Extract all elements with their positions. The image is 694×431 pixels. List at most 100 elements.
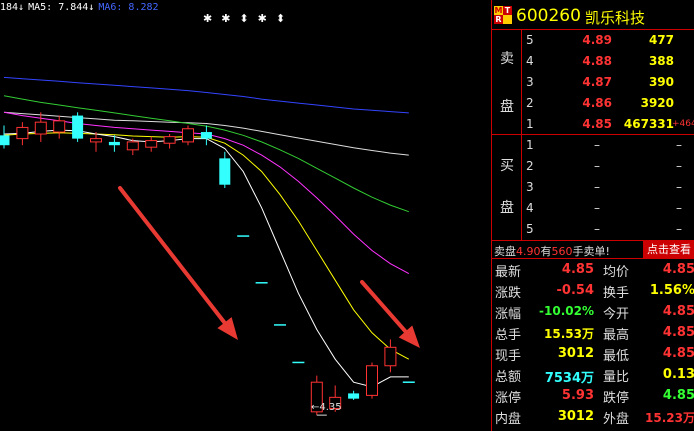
buy-price: – bbox=[594, 180, 600, 194]
low-price-label: ←4.35 bbox=[311, 402, 342, 413]
ma30-line bbox=[3, 95, 409, 213]
ma-legend: 184↓ MA5: 7.844↓ MA6: 8.282 bbox=[0, 2, 163, 13]
buy-row-4[interactable]: 4 – – bbox=[522, 198, 694, 219]
sell-level: 3 bbox=[526, 75, 534, 89]
arrow-shaft bbox=[118, 186, 227, 325]
buy-row-2[interactable]: 2 – – bbox=[522, 156, 694, 177]
mtr-t: T bbox=[503, 6, 512, 15]
stat-label: 最高 bbox=[603, 328, 630, 343]
stat-value: 15.53万 bbox=[544, 327, 594, 341]
candle-body-down bbox=[200, 132, 212, 139]
large-order-qty: 560 bbox=[551, 245, 573, 258]
buy-volume: – bbox=[676, 222, 682, 236]
large-order-bar: 卖盘4.90有560手卖单! 点击查看 bbox=[492, 240, 694, 259]
sell-price: 4.88 bbox=[582, 54, 612, 68]
stat-value: 1.56% bbox=[649, 283, 694, 298]
stat-11: 量比 0.13 bbox=[600, 365, 694, 385]
stat-value: 3012 bbox=[557, 409, 594, 424]
buy-label-char-2: 盘 bbox=[500, 200, 514, 216]
sell-book: 卖 盘 5 4.89 477 4 4.88 388 3 4.87 390 2 4.86 3920 1 4.… bbox=[492, 30, 694, 135]
buy-price: – bbox=[594, 222, 600, 236]
sell-price: 4.85 bbox=[582, 117, 612, 131]
stat-1: 均价 4.85 bbox=[600, 260, 694, 280]
buy-row-5[interactable]: 5 – – bbox=[522, 219, 694, 240]
stat-value: 4.85 bbox=[662, 304, 694, 319]
stat-7: 最高 4.85 bbox=[600, 323, 694, 343]
stock-header: M T R 600260 凯乐科技 bbox=[492, 0, 694, 30]
sell-side-label: 卖 盘 bbox=[492, 30, 522, 135]
sell-label-char-2: 盘 bbox=[500, 99, 514, 115]
large-order-suffix: 手卖单! bbox=[572, 245, 610, 258]
stat-label: 最新 bbox=[495, 265, 522, 280]
stat-15: 外盘 15.23万 bbox=[600, 407, 694, 427]
sell-label-char-1: 卖 bbox=[500, 51, 514, 67]
mtr-r: R bbox=[494, 15, 503, 24]
buy-row-1[interactable]: 1 – – bbox=[522, 135, 694, 156]
arrow-shaft bbox=[360, 280, 408, 334]
large-order-text: 卖盘4.90有560手卖单! bbox=[494, 243, 610, 259]
buy-level: 5 bbox=[526, 222, 534, 236]
sell-level: 4 bbox=[526, 54, 534, 68]
sell-row-3[interactable]: 3 4.87 390 bbox=[522, 72, 694, 93]
stat-value: 0.13 bbox=[662, 367, 694, 382]
stat-label: 换手 bbox=[603, 286, 630, 301]
candle-body-up bbox=[90, 138, 102, 143]
ma-legend-item: MA6: 8.282 bbox=[98, 2, 159, 13]
stat-label: 涨停 bbox=[495, 391, 522, 406]
stat-6: 总手 15.53万 bbox=[492, 323, 600, 343]
buy-price: – bbox=[594, 138, 600, 152]
candle-body-down bbox=[348, 393, 360, 399]
stat-value: -0.54 bbox=[556, 283, 594, 298]
stat-13: 跌停 4.85 bbox=[600, 386, 694, 406]
quote-panel: M T R 600260 凯乐科技 卖 盘 5 4.89 477 4 4.88 388 3 4… bbox=[491, 0, 694, 431]
stat-14: 内盘 3012 bbox=[492, 407, 600, 427]
candle-body-up bbox=[126, 141, 139, 151]
stat-value: 4.85 bbox=[561, 262, 594, 277]
buy-price: – bbox=[594, 159, 600, 173]
sell-level: 2 bbox=[526, 96, 534, 110]
mtr-m: M bbox=[494, 6, 503, 15]
candle-body-up bbox=[366, 365, 378, 396]
buy-level: 1 bbox=[526, 138, 534, 152]
stat-label: 外盘 bbox=[603, 412, 630, 427]
sell-row-4[interactable]: 4 4.88 388 bbox=[522, 51, 694, 72]
stat-3: 换手 1.56% bbox=[600, 281, 694, 301]
view-orders-button[interactable]: 点击查看 bbox=[643, 241, 694, 258]
stat-2: 涨跌 -0.54 bbox=[492, 281, 600, 301]
stat-10: 总额 7534万 bbox=[492, 365, 600, 386]
buy-volume: – bbox=[676, 201, 682, 215]
stat-8: 现手 3012 bbox=[492, 344, 600, 364]
candle-body-down bbox=[0, 135, 10, 146]
buy-book: 买 盘 1 – – 2 – – 3 – – 4 – – 5 – – bbox=[492, 135, 694, 240]
mtr-icon[interactable]: M T R bbox=[494, 6, 512, 24]
sell-row-1[interactable]: 1 4.85 467331+464319 bbox=[522, 114, 694, 135]
sell-volume: 390 bbox=[648, 75, 674, 89]
stock-name: 凯乐科技 bbox=[585, 9, 646, 27]
ma-legend-item: MA5: 7.844↓ bbox=[28, 2, 95, 13]
candle-body-up bbox=[34, 121, 47, 135]
sell-row-5[interactable]: 5 4.89 477 bbox=[522, 30, 694, 51]
candle-body-up bbox=[384, 346, 397, 367]
stat-label: 涨幅 bbox=[495, 307, 522, 322]
sell-price: 4.87 bbox=[582, 75, 612, 89]
event-markers[interactable]: ✱✱⬍✱⬍ bbox=[203, 12, 294, 25]
buy-level: 2 bbox=[526, 159, 534, 173]
ma120-line bbox=[3, 76, 409, 114]
sell-level: 1 bbox=[526, 117, 534, 131]
candle-body-down bbox=[72, 115, 84, 139]
large-order-mid: 有 bbox=[540, 245, 552, 258]
stat-9: 最低 4.85 bbox=[600, 344, 694, 364]
sell-volume-change: +464319 bbox=[672, 119, 694, 129]
stat-value: -10.02% bbox=[539, 304, 594, 318]
large-order-price: 4.90 bbox=[516, 245, 541, 258]
stat-label: 最低 bbox=[603, 349, 630, 364]
sell-row-2[interactable]: 2 4.86 3920 bbox=[522, 93, 694, 114]
stat-label: 今开 bbox=[603, 307, 630, 322]
buy-row-3[interactable]: 3 – – bbox=[522, 177, 694, 198]
ma10-line bbox=[3, 132, 410, 360]
stat-label: 现手 bbox=[495, 349, 522, 364]
stat-value: 4.85 bbox=[662, 325, 694, 340]
kline-chart[interactable]: 184↓ MA5: 7.844↓ MA6: 8.282 ✱✱⬍✱⬍ ←4.35 bbox=[0, 0, 491, 431]
sell-level: 5 bbox=[526, 33, 534, 47]
ma-legend-item: 184↓ bbox=[0, 2, 25, 13]
